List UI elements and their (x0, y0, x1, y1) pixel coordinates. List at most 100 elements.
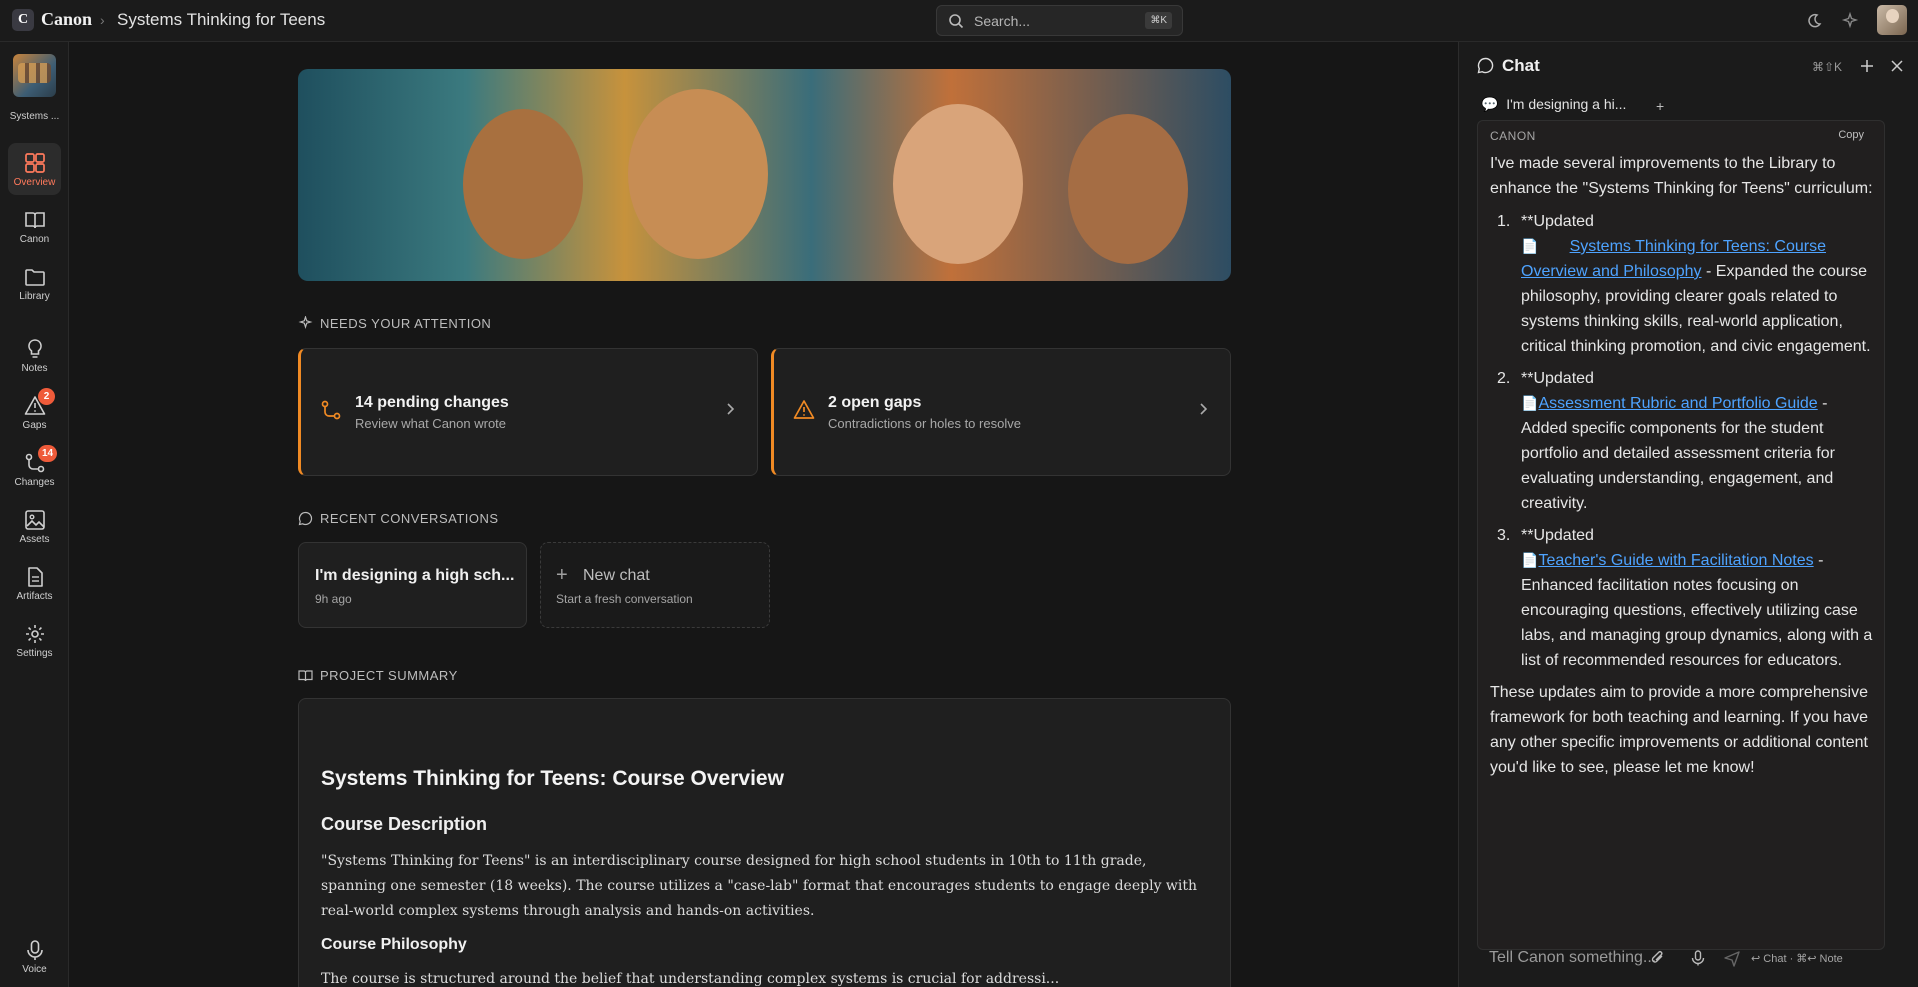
document-icon: 📄 (1521, 552, 1539, 568)
hero-banner-image (298, 69, 1231, 281)
copy-button[interactable]: Copy (1838, 129, 1864, 141)
moon-icon[interactable] (1804, 11, 1824, 31)
gaps-badge: 2 (38, 388, 55, 405)
chevron-right-icon: › (100, 12, 105, 28)
microphone-icon[interactable] (1689, 949, 1707, 967)
sidebar-item-label: Gaps (22, 420, 47, 431)
book-open-icon (298, 670, 313, 682)
library-doc-link[interactable]: Assessment Rubric and Portfolio Guide (1538, 395, 1817, 412)
project-thumbnail[interactable] (13, 54, 56, 97)
message-role: CANON (1490, 129, 1536, 143)
gear-icon (26, 625, 44, 643)
folder-icon (25, 269, 45, 286)
sidebar-item-settings[interactable]: Settings (8, 614, 61, 666)
pending-changes-card[interactable]: 14 pending changes Review what Canon wro… (298, 348, 758, 476)
book-icon (25, 212, 45, 229)
list-item: 1. **Updated 📄 Systems Thinking for Teen… (1497, 213, 1871, 355)
sidebar-item-label: Notes (21, 363, 48, 374)
conversation-time: 9h ago (315, 592, 352, 606)
card-title: 2 open gaps (828, 394, 922, 411)
lightbulb-icon (28, 339, 42, 358)
sidebar-item-label: Voice (22, 964, 47, 975)
card-subtitle: Contradictions or holes to resolve (828, 416, 1021, 431)
message-outro: These updates aim to provide a more comp… (1490, 684, 1868, 776)
new-chat-card[interactable]: + New chat Start a fresh conversation (540, 542, 770, 628)
course-description-heading: Course Description (321, 814, 488, 834)
project-summary-card: Systems Thinking for Teens: Course Overv… (298, 698, 1231, 987)
plus-icon[interactable] (1859, 58, 1875, 74)
sidebar-item-gaps[interactable]: 2 Gaps (8, 386, 61, 438)
list-item: 2. **Updated 📄Assessment Rubric and Port… (1497, 370, 1835, 512)
chevron-right-icon (1200, 403, 1208, 415)
main-content: NEEDS YOUR ATTENTION 14 pending changes … (70, 42, 1458, 987)
search-bar[interactable]: Search... ⌘K (936, 5, 1183, 36)
search-shortcut: ⌘K (1145, 12, 1172, 29)
sidebar-item-label: Overview (13, 177, 56, 188)
document-icon: 📄 (1521, 395, 1539, 411)
sidebar-item-voice[interactable]: Voice (8, 930, 61, 982)
sidebar-item-assets[interactable]: Assets (8, 500, 61, 552)
sidebar-item-label: Assets (19, 534, 50, 545)
grid-icon (25, 153, 45, 173)
chat-bubble-icon (1477, 57, 1494, 74)
warning-icon (793, 400, 815, 419)
changes-badge: 14 (38, 445, 58, 462)
chat-bubble-icon (298, 511, 313, 526)
sidebar-item-changes[interactable]: 14 Changes (8, 443, 61, 495)
send-icon[interactable] (1723, 949, 1741, 967)
sidebar-item-artifacts[interactable]: Artifacts (8, 557, 61, 609)
sparkle-icon (298, 316, 313, 329)
sidebar-item-library[interactable]: Library (8, 257, 61, 309)
paperclip-icon[interactable] (1649, 949, 1667, 967)
avatar[interactable] (1877, 5, 1907, 35)
tab-conversation[interactable]: 💬 I'm designing a hi... (1481, 96, 1626, 113)
tab-label: I'm designing a hi... (1506, 96, 1627, 112)
close-icon[interactable] (1889, 58, 1905, 74)
chat-title: Chat (1502, 56, 1540, 75)
document-icon: 📄 (1521, 238, 1539, 254)
chat-panel: Chat ⌘⇧K 💬 I'm designing a hi... + CANON… (1458, 42, 1918, 987)
project-label: Systems ... (9, 111, 60, 122)
sidebar-item-label: Changes (14, 477, 55, 488)
top-bar: C Canon › Systems Thinking for Teens Sea… (0, 0, 1918, 42)
open-gaps-card[interactable]: 2 open gaps Contradictions or holes to r… (771, 348, 1231, 476)
new-chat-title: New chat (583, 567, 650, 584)
conversation-title: I'm designing a high sch... (315, 567, 515, 584)
conversation-card[interactable]: I'm designing a high sch... 9h ago (298, 542, 527, 628)
image-icon (25, 510, 45, 530)
library-doc-link[interactable]: Teacher's Guide with Facilitation Notes (1538, 552, 1813, 569)
sidebar-item-overview[interactable]: Overview (8, 143, 61, 195)
search-icon (949, 14, 964, 29)
breadcrumb-project[interactable]: Systems Thinking for Teens (117, 10, 325, 30)
sidebar-item-canon[interactable]: Canon (8, 200, 61, 252)
sidebar-item-notes[interactable]: Notes (8, 329, 61, 381)
summary-title: Systems Thinking for Teens: Course Overv… (321, 767, 784, 790)
search-placeholder: Search... (974, 13, 1031, 29)
course-philosophy-heading: Course Philosophy (321, 936, 467, 953)
composer-input[interactable]: Tell Canon something... (1489, 949, 1656, 967)
app-name[interactable]: Canon (41, 9, 92, 30)
course-description-text: "Systems Thinking for Teens" is an inter… (321, 853, 1198, 919)
microphone-icon (27, 940, 43, 960)
composer-hint: ↩ Chat · ⌘↩ Note (1751, 953, 1843, 965)
sidebar-item-label: Artifacts (16, 591, 53, 602)
git-branch-icon (321, 400, 341, 420)
list-item: 3. **Updated 📄Teacher's Guide with Facil… (1497, 527, 1873, 669)
sidebar-item-label: Settings (16, 648, 53, 659)
chat-composer[interactable]: Tell Canon something... ↩ Chat · ⌘↩ Note (1477, 927, 1903, 985)
card-subtitle: Review what Canon wrote (355, 416, 507, 431)
app-logo[interactable]: C (12, 9, 34, 31)
message-intro: I've made several improvements to the Li… (1490, 155, 1873, 197)
chevron-right-icon (727, 403, 735, 415)
course-philosophy-text: The course is structured around the beli… (321, 971, 1060, 987)
plus-icon: + (556, 564, 568, 586)
card-title: 14 pending changes (355, 394, 509, 411)
document-icon (28, 567, 43, 587)
new-chat-subtitle: Start a fresh conversation (556, 592, 693, 606)
assistant-message: CANON Copy I've made several improvement… (1477, 120, 1885, 950)
chat-shortcut: ⌘⇧K (1812, 60, 1843, 74)
add-tab-button[interactable]: + (1656, 98, 1664, 114)
sidebar-item-label: Canon (19, 234, 50, 245)
sidebar-item-label: Library (19, 291, 50, 302)
sparkle-icon[interactable] (1840, 11, 1860, 31)
